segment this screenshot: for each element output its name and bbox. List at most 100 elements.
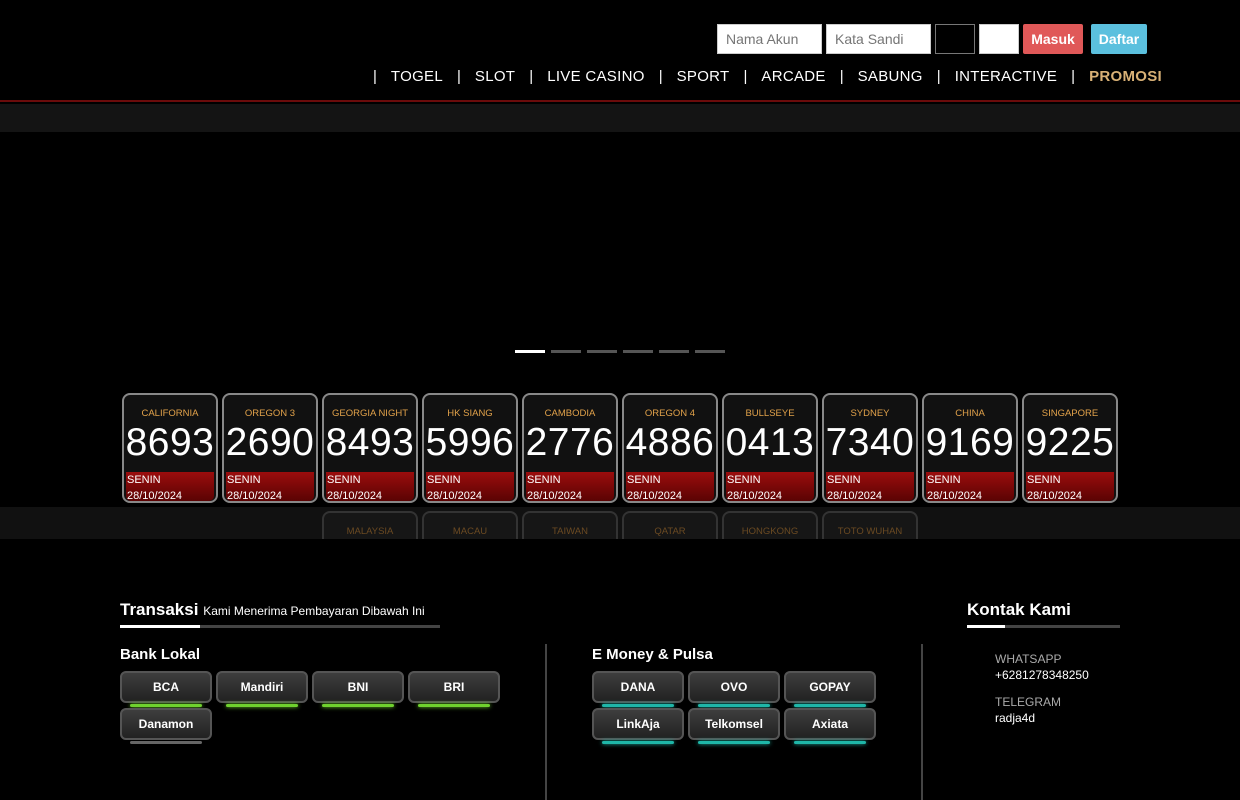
result-market: CAMBODIA xyxy=(544,408,596,419)
result-date-value: 28/10/2024 xyxy=(527,490,583,502)
result-card[interactable]: CALIFORNIA 8693 SENIN 28/10/2024 xyxy=(122,393,218,503)
bank-label: BCA xyxy=(153,680,179,694)
result-day: SENIN xyxy=(727,474,761,486)
result-market: SYDNEY xyxy=(850,408,890,419)
bank-mandiri-button[interactable]: Mandiri xyxy=(216,671,308,707)
lottery-results-row: CALIFORNIA 8693 SENIN 28/10/2024 OREGON 3 26… xyxy=(122,393,1118,503)
result-date-value: 28/10/2024 xyxy=(127,490,183,502)
slider-dot[interactable] xyxy=(659,350,689,353)
slider-dot[interactable] xyxy=(515,350,545,353)
emoney-linkaja-button[interactable]: LinkAja xyxy=(592,708,684,744)
emoney-gopay-button[interactable]: GOPAY xyxy=(784,671,876,707)
result-date-value: 28/10/2024 xyxy=(827,490,883,502)
status-indicator xyxy=(226,704,298,707)
result-date: SENIN 28/10/2024 xyxy=(1026,472,1114,501)
slider-dot[interactable] xyxy=(695,350,725,353)
result-card[interactable]: SINGAPORE 9225 SENIN 28/10/2024 xyxy=(1022,393,1118,503)
result-date-value: 28/10/2024 xyxy=(327,490,383,502)
result-card[interactable]: HONGKONG xyxy=(722,511,818,539)
result-date-value: 28/10/2024 xyxy=(427,490,483,502)
telegram-link[interactable]: radja4d xyxy=(995,711,1035,725)
status-indicator xyxy=(698,741,770,744)
result-date: SENIN 28/10/2024 xyxy=(826,472,914,501)
nav-separator: | xyxy=(373,68,377,85)
bank-bri-button[interactable]: BRI xyxy=(408,671,500,707)
slider-dot[interactable] xyxy=(587,350,617,353)
whatsapp-link[interactable]: +6281278348250 xyxy=(995,668,1089,682)
username-input[interactable] xyxy=(717,24,822,54)
nav-item-slot[interactable]: SLOT xyxy=(468,68,522,85)
nav-separator: | xyxy=(839,68,844,85)
result-date: SENIN 28/10/2024 xyxy=(426,472,514,501)
result-card[interactable]: MACAU xyxy=(422,511,518,539)
status-indicator xyxy=(698,704,770,707)
result-day: SENIN xyxy=(327,474,361,486)
status-indicator xyxy=(322,704,394,707)
nav-item-live-casino[interactable]: LIVE CASINO xyxy=(540,68,652,85)
captcha-input[interactable] xyxy=(979,24,1019,54)
result-card[interactable]: CAMBODIA 2776 SENIN 28/10/2024 xyxy=(522,393,618,503)
password-input[interactable] xyxy=(826,24,931,54)
result-card[interactable]: MALAYSIA xyxy=(322,511,418,539)
emoney-label: OVO xyxy=(720,680,748,694)
nav-item-sabung[interactable]: SABUNG xyxy=(851,68,930,85)
bank-danamon-button[interactable]: Danamon xyxy=(120,708,212,744)
result-day: SENIN xyxy=(427,474,461,486)
result-card[interactable]: GEORGIA NIGHT 8493 SENIN 28/10/2024 xyxy=(322,393,418,503)
column-divider xyxy=(921,644,923,800)
result-market: MACAU xyxy=(452,526,488,537)
result-day: SENIN xyxy=(1027,474,1061,486)
nav-item-togel[interactable]: TOGEL xyxy=(384,68,450,85)
bank-label: BNI xyxy=(347,680,369,694)
main-nav: | TOGEL | SLOT | LIVE CASINO | SPORT | A… xyxy=(366,68,1169,85)
result-market: SINGAPORE xyxy=(1041,408,1099,419)
result-number: 4886 xyxy=(625,421,715,464)
result-market: CALIFORNIA xyxy=(141,408,199,419)
result-card[interactable]: SYDNEY 7340 SENIN 28/10/2024 xyxy=(822,393,918,503)
result-card[interactable]: BULLSEYE 0413 SENIN 28/10/2024 xyxy=(722,393,818,503)
status-indicator xyxy=(130,704,202,707)
nav-item-promosi[interactable]: PROMOSI xyxy=(1082,68,1169,85)
result-number: 9169 xyxy=(925,421,1015,464)
result-card[interactable]: TAIWAN xyxy=(522,511,618,539)
emoney-dana-button[interactable]: DANA xyxy=(592,671,684,707)
result-number: 0413 xyxy=(725,421,815,464)
result-card[interactable]: CHINA 9169 SENIN 28/10/2024 xyxy=(922,393,1018,503)
result-number: 9225 xyxy=(1025,421,1115,464)
result-card[interactable]: TOTO WUHAN xyxy=(822,511,918,539)
result-market: GEORGIA NIGHT xyxy=(331,408,408,419)
bank-bca-button[interactable]: BCA xyxy=(120,671,212,707)
nav-separator: | xyxy=(743,68,748,85)
result-date-value: 28/10/2024 xyxy=(1027,490,1083,502)
result-market: BULLSEYE xyxy=(745,408,795,419)
result-number: 2776 xyxy=(525,421,615,464)
emoney-group-title: E Money & Pulsa xyxy=(592,646,713,663)
slider-dot[interactable] xyxy=(623,350,653,353)
emoney-axiata-button[interactable]: Axiata xyxy=(784,708,876,744)
result-date: SENIN 28/10/2024 xyxy=(126,472,214,501)
bank-label: Danamon xyxy=(138,717,194,731)
register-button[interactable]: Daftar xyxy=(1091,24,1147,54)
bank-group-title: Bank Lokal xyxy=(120,646,201,663)
result-card[interactable]: QATAR xyxy=(622,511,718,539)
result-card[interactable]: HK SIANG 5996 SENIN 28/10/2024 xyxy=(422,393,518,503)
nav-item-arcade[interactable]: ARCADE xyxy=(754,68,832,85)
slider-dot[interactable] xyxy=(551,350,581,353)
status-indicator xyxy=(418,704,490,707)
result-number: 5996 xyxy=(425,421,515,464)
lottery-results-row-2: MALAYSIA MACAU TAIWAN QATAR HONGKONG TOT… xyxy=(322,511,918,539)
transaction-heading: Transaksi Kami Menerima Pembayaran Dibaw… xyxy=(120,600,425,620)
result-card[interactable]: OREGON 4 4886 SENIN 28/10/2024 xyxy=(622,393,718,503)
underline-accent xyxy=(120,625,200,628)
result-card[interactable]: OREGON 3 2690 SENIN 28/10/2024 xyxy=(222,393,318,503)
status-indicator xyxy=(794,704,866,707)
emoney-ovo-button[interactable]: OVO xyxy=(688,671,780,707)
nav-separator: | xyxy=(658,68,663,85)
login-button[interactable]: Masuk xyxy=(1023,24,1083,54)
nav-item-interactive[interactable]: INTERACTIVE xyxy=(948,68,1064,85)
result-number: 8493 xyxy=(325,421,415,464)
login-form: Masuk Daftar xyxy=(717,24,1147,54)
nav-item-sport[interactable]: SPORT xyxy=(670,68,737,85)
bank-bni-button[interactable]: BNI xyxy=(312,671,404,707)
emoney-telkomsel-button[interactable]: Telkomsel xyxy=(688,708,780,744)
